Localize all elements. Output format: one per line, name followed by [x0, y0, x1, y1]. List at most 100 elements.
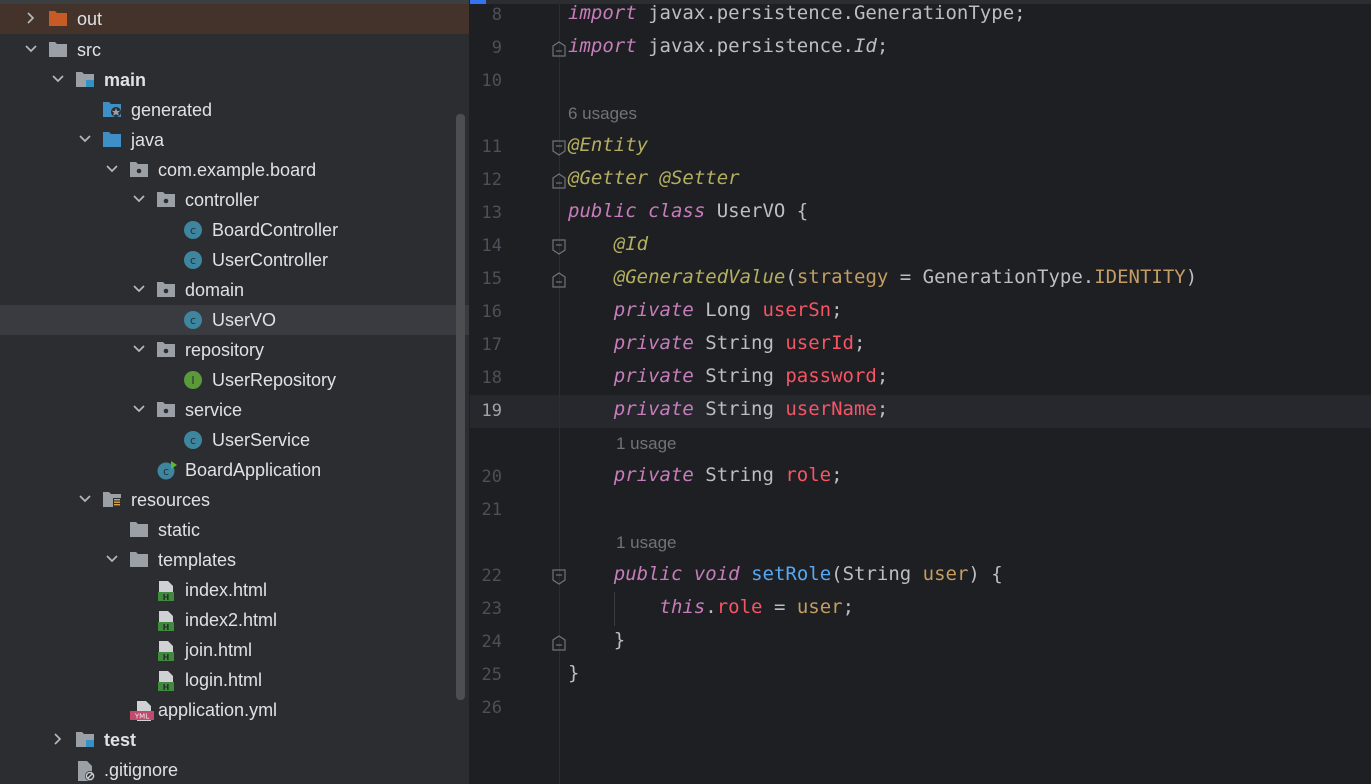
chevron-down-icon[interactable]: [78, 125, 94, 155]
tree-row-userservice[interactable]: c UserService: [0, 425, 469, 455]
source-folder-icon: [102, 130, 122, 150]
tree-row-label: domain: [185, 280, 245, 300]
tree-row-label: service: [185, 400, 243, 420]
code-editor[interactable]: 8 9 10 11 12 13 14 15 16 17 18 19 20 21 22 23 24 25 26 imp…: [470, 0, 1371, 784]
class-icon: c: [183, 220, 203, 240]
fold-start-icon[interactable]: [552, 239, 566, 255]
tree-row-uservo[interactable]: c UserVO: [0, 305, 469, 335]
line-number[interactable]: 11: [470, 137, 502, 157]
line-number[interactable]: 9: [470, 38, 502, 58]
tree-row-repository[interactable]: repository: [0, 335, 469, 365]
tree-row-test[interactable]: test: [0, 725, 469, 755]
html-file-icon: H: [156, 610, 176, 632]
class-usages-hint[interactable]: 6 usages: [568, 104, 637, 124]
fold-start-icon[interactable]: [552, 140, 566, 156]
fold-end-icon[interactable]: [552, 635, 566, 651]
tree-row-templates[interactable]: templates: [0, 545, 469, 575]
tree-scrollbar[interactable]: [456, 114, 465, 700]
tree-row-out[interactable]: out: [0, 4, 469, 34]
chevron-right-icon[interactable]: [51, 725, 67, 755]
editor-tab-accent: [470, 0, 486, 4]
tree-row-index-html[interactable]: Hindex.html: [0, 575, 469, 605]
fold-end-icon[interactable]: [552, 173, 566, 189]
code-line[interactable]: private String userName;: [568, 398, 889, 420]
fold-start-icon[interactable]: [552, 569, 566, 585]
code-line[interactable]: private Long userSn;: [568, 299, 843, 321]
tree-row-application-yml[interactable]: YML application.yml: [0, 695, 469, 725]
setrole-usage-hint[interactable]: 1 usage: [616, 533, 677, 553]
tree-row-label: resources: [131, 490, 211, 510]
line-number[interactable]: 8: [470, 5, 502, 25]
tree-row-resources[interactable]: resources: [0, 485, 469, 515]
code-line[interactable]: private String password;: [568, 365, 889, 387]
line-number[interactable]: 25: [470, 665, 502, 685]
tree-row-java[interactable]: java: [0, 125, 469, 155]
chevron-right-icon[interactable]: [24, 4, 40, 34]
tree-row-label: .gitignore: [104, 760, 179, 780]
chevron-down-icon[interactable]: [132, 395, 148, 425]
chevron-down-icon[interactable]: [132, 275, 148, 305]
code-line[interactable]: }: [568, 629, 625, 651]
code-line[interactable]: @Id: [568, 233, 648, 255]
code-line[interactable]: this.role = user;: [568, 596, 855, 618]
svg-text:c: c: [190, 224, 196, 237]
line-number[interactable]: 26: [470, 698, 502, 718]
tree-row-boardapplication[interactable]: c BoardApplication: [0, 455, 469, 485]
code-line[interactable]: private String role;: [568, 464, 843, 486]
chevron-down-icon[interactable]: [78, 485, 94, 515]
code-line[interactable]: @Getter @Setter: [568, 167, 740, 189]
code-line[interactable]: }: [568, 662, 579, 684]
line-number[interactable]: 19: [470, 401, 502, 421]
tree-row-service[interactable]: service: [0, 395, 469, 425]
line-number[interactable]: 23: [470, 599, 502, 619]
chevron-down-icon[interactable]: [24, 35, 40, 65]
chevron-down-icon[interactable]: [132, 335, 148, 365]
tree-row-main[interactable]: main: [0, 65, 469, 95]
tree-row-label: join.html: [185, 640, 253, 660]
generated-folder-icon: [102, 100, 122, 120]
tree-row-join-html[interactable]: Hjoin.html: [0, 635, 469, 665]
line-number[interactable]: 16: [470, 302, 502, 322]
tree-row-label: java: [131, 130, 165, 150]
code-line[interactable]: public class UserVO {: [568, 200, 808, 222]
tree-row-static[interactable]: static: [0, 515, 469, 545]
line-number[interactable]: 17: [470, 335, 502, 355]
code-line[interactable]: private String userId;: [568, 332, 866, 354]
chevron-down-icon[interactable]: [132, 185, 148, 215]
tree-row-domain[interactable]: domain: [0, 275, 469, 305]
chevron-down-icon[interactable]: [51, 65, 67, 95]
tree-row-login-html[interactable]: Hlogin.html: [0, 665, 469, 695]
interface-icon: I: [183, 370, 203, 390]
line-number[interactable]: 14: [470, 236, 502, 256]
code-line[interactable]: public void setRole(String user) {: [568, 563, 1003, 585]
chevron-down-icon[interactable]: [105, 545, 121, 575]
line-number[interactable]: 12: [470, 170, 502, 190]
fold-end-icon[interactable]: [552, 41, 566, 57]
line-number[interactable]: 21: [470, 500, 502, 520]
tree-row-controller[interactable]: controller: [0, 185, 469, 215]
tree-row-generated[interactable]: generated: [0, 95, 469, 125]
line-number[interactable]: 18: [470, 368, 502, 388]
line-number[interactable]: 24: [470, 632, 502, 652]
package-icon: [156, 400, 176, 420]
code-line[interactable]: @GeneratedValue(strategy = GenerationTyp…: [568, 266, 1197, 288]
chevron-down-icon[interactable]: [105, 155, 121, 185]
role-usage-hint[interactable]: 1 usage: [616, 434, 677, 454]
tree-row-src[interactable]: src: [0, 35, 469, 65]
line-number[interactable]: 10: [470, 71, 502, 91]
code-line[interactable]: import javax.persistence.GenerationType;: [568, 2, 1026, 24]
code-line[interactable]: import javax.persistence.Id;: [568, 35, 888, 57]
tree-row-gitignore[interactable]: .gitignore: [0, 755, 469, 784]
line-number[interactable]: 13: [470, 203, 502, 223]
line-number[interactable]: 20: [470, 467, 502, 487]
tree-row-index2-html[interactable]: Hindex2.html: [0, 605, 469, 635]
tree-row-boardcontroller[interactable]: c BoardController: [0, 215, 469, 245]
line-number[interactable]: 15: [470, 269, 502, 289]
line-number[interactable]: 22: [470, 566, 502, 586]
tree-row-label: index2.html: [185, 610, 278, 630]
tree-row-usercontroller[interactable]: c UserController: [0, 245, 469, 275]
fold-end-icon[interactable]: [552, 272, 566, 288]
tree-row-userrepository[interactable]: I UserRepository: [0, 365, 469, 395]
tree-row-com-example-board[interactable]: com.example.board: [0, 155, 469, 185]
code-line[interactable]: @Entity: [568, 134, 648, 156]
